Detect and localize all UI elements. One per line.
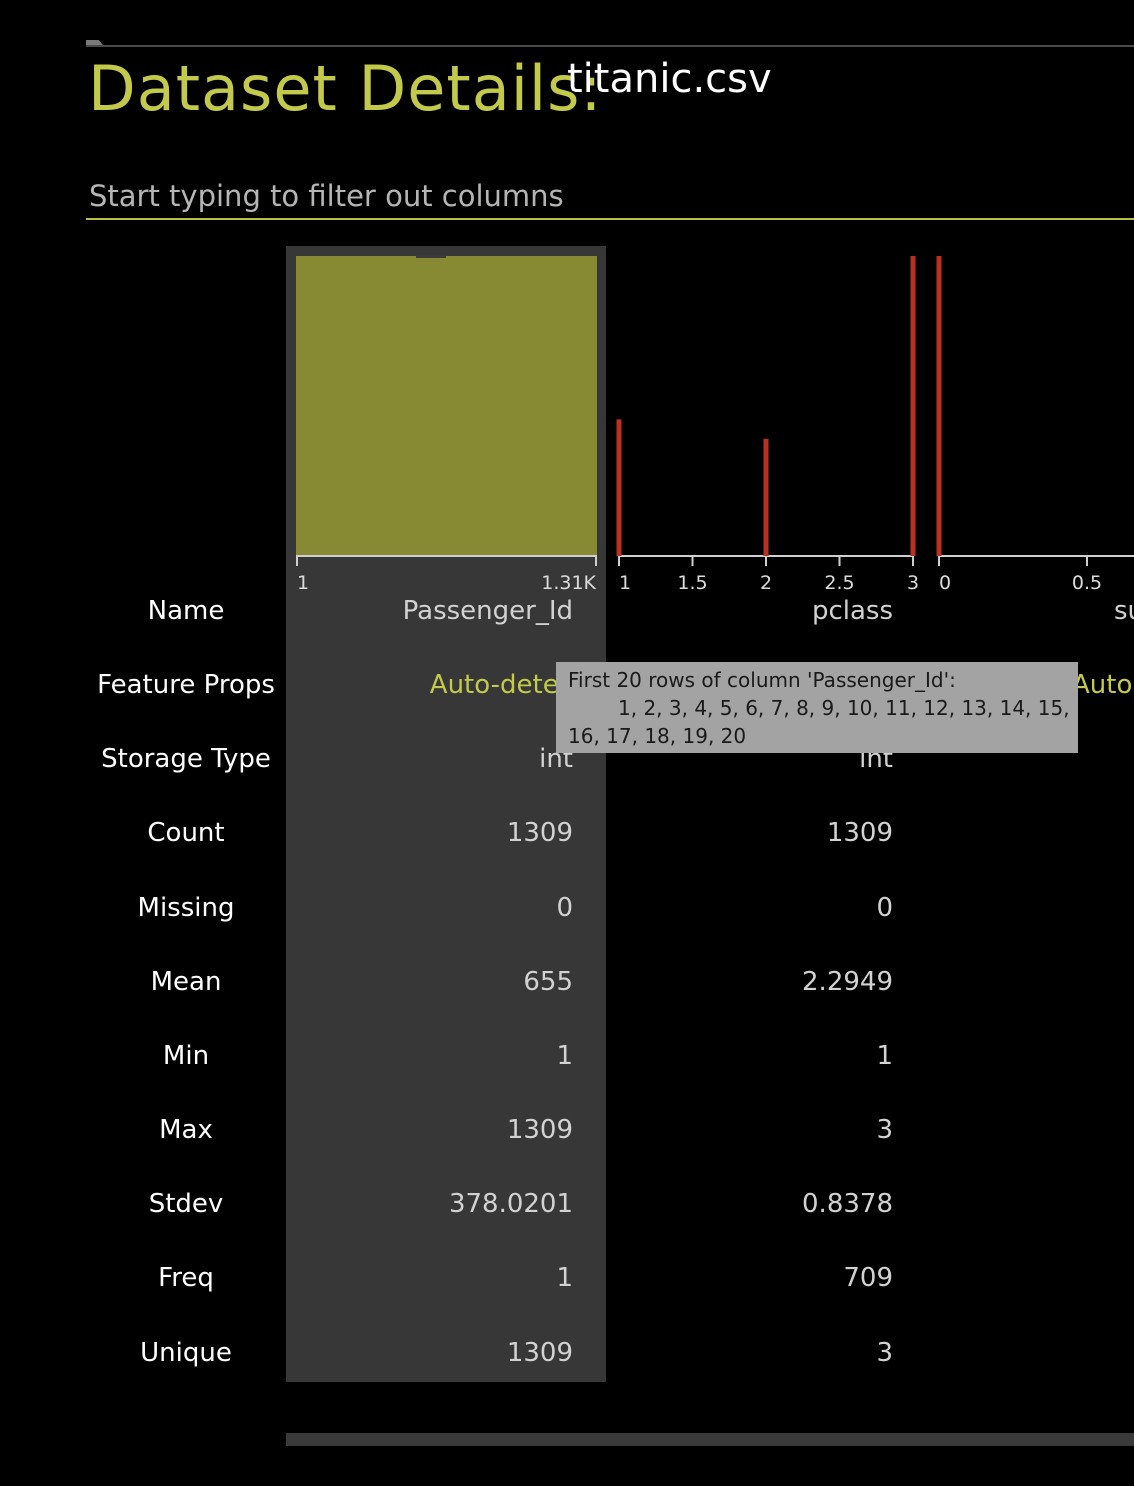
column-preview-tooltip: First 20 rows of column 'Passenger_Id': … <box>556 662 1078 753</box>
row-label-max: Max <box>159 1115 213 1145</box>
freq-value: 1 <box>556 1263 573 1293</box>
feature-props-link[interactable]: Auto-detec <box>296 670 573 700</box>
histogram-top-marker <box>416 255 446 258</box>
pclass-bar <box>763 438 769 556</box>
pclass-tick-label: 1 <box>619 572 631 594</box>
row-label-min: Min <box>162 1041 210 1071</box>
passenger-id-tick-label: 1.31K <box>541 572 596 594</box>
su-chart: 0 0.5 <box>936 256 1134 594</box>
mean-value: 655 <box>523 967 573 997</box>
pclass-tick-label: 1.5 <box>677 572 707 594</box>
row-label-unique: Unique <box>140 1338 232 1368</box>
count-value: 1309 <box>826 818 893 848</box>
stdev-value: 0.8378 <box>802 1189 893 1219</box>
stdev-value: 378.0201 <box>448 1189 573 1219</box>
column-histograms: 1 1.31K 1 1.5 2 2.5 3 0 0.5 <box>296 255 1134 594</box>
freq-value: 709 <box>843 1263 893 1293</box>
su-bar <box>936 256 942 556</box>
pclass-chart: 1 1.5 2 2.5 3 <box>616 256 919 594</box>
passenger-id-tick-label: 1 <box>297 572 309 594</box>
row-label-mean: Mean <box>150 967 222 997</box>
missing-value: 0 <box>556 893 573 923</box>
pclass-tick-label: 2 <box>760 572 772 594</box>
pclass-bar <box>910 256 916 556</box>
su-tick-label: 0 <box>939 572 951 594</box>
pclass-tick-label: 2.5 <box>824 572 854 594</box>
min-value: 1 <box>556 1041 573 1071</box>
column-name[interactable]: Passenger_Id <box>296 596 573 626</box>
row-label-stdev: Stdev <box>148 1189 224 1219</box>
tooltip-values: 1, 2, 3, 4, 5, 6, 7, 8, 9, 10, 11, 12, 1… <box>618 696 1070 720</box>
max-value: 3 <box>876 1115 893 1145</box>
storage-type-value: int <box>539 744 573 774</box>
column-name[interactable]: pclass <box>620 596 893 626</box>
pclass-bar <box>616 419 622 556</box>
tooltip-title: First 20 rows of column 'Passenger_Id': <box>568 668 956 692</box>
horizontal-scrollbar[interactable] <box>286 1433 1134 1446</box>
unique-value: 3 <box>876 1338 893 1368</box>
row-label-missing: Missing <box>137 893 235 923</box>
pclass-tick-label: 3 <box>907 572 919 594</box>
feature-props-link[interactable]: Auto- <box>1072 670 1134 700</box>
max-value: 1309 <box>506 1115 573 1145</box>
mean-value: 2.2949 <box>802 967 893 997</box>
min-value: 1 <box>876 1041 893 1071</box>
row-label-name: Name <box>147 596 225 626</box>
missing-value: 0 <box>876 893 893 923</box>
su-tick-label: 0.5 <box>1072 572 1102 594</box>
tooltip-values-continued: 16, 17, 18, 19, 20 <box>568 724 747 748</box>
unique-value: 1309 <box>506 1338 573 1368</box>
count-value: 1309 <box>506 818 573 848</box>
dataset-details-view: Dataset Details: titanic.csv 1 1.31K 11.… <box>0 0 1134 1486</box>
row-label-storage-type: Storage Type <box>101 744 271 774</box>
column-name[interactable]: su <box>1114 596 1134 626</box>
row-label-freq: Freq <box>158 1263 214 1293</box>
passenger-id-histogram-bar[interactable] <box>296 256 597 556</box>
row-label-feature-props: Feature Props <box>97 670 275 700</box>
row-label-count: Count <box>147 818 225 848</box>
